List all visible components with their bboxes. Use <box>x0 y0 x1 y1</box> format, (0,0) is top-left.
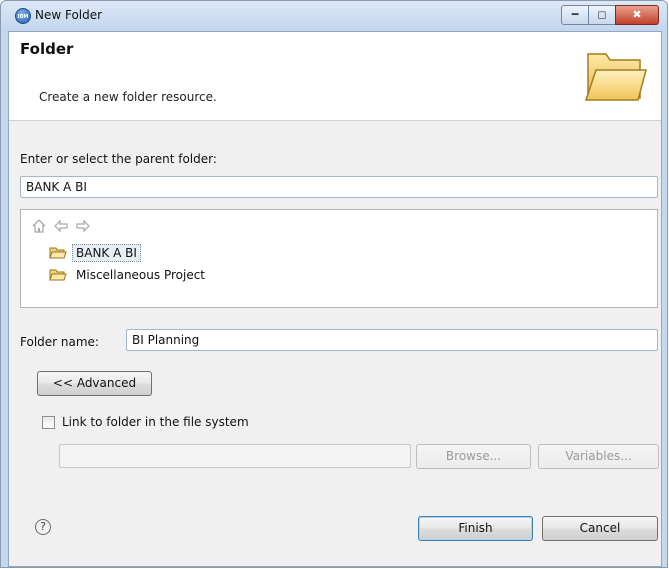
help-icon[interactable]: ? <box>35 519 51 535</box>
cancel-button[interactable]: Cancel <box>542 516 658 541</box>
open-folder-icon <box>49 269 67 281</box>
parent-folder-input[interactable]: BANK A BI <box>20 176 658 198</box>
link-to-filesystem-label[interactable]: Link to folder in the file system <box>62 415 249 429</box>
back-arrow-icon[interactable] <box>53 218 69 234</box>
browse-button[interactable]: Browse... <box>416 444 531 469</box>
link-to-filesystem-checkbox[interactable] <box>42 416 55 429</box>
banner-title: Folder <box>20 40 74 58</box>
folder-tree[interactable]: BANK A BI Miscellaneous Project <box>20 209 658 308</box>
window-controls: ━ ◻ ✖ <box>561 5 659 25</box>
minimize-icon: ━ <box>571 8 579 21</box>
window-title: New Folder <box>35 8 103 22</box>
parent-folder-label: Enter or select the parent folder: <box>20 152 217 166</box>
folder-icon <box>584 53 647 101</box>
wizard-banner: Folder Create a new folder resource. <box>9 32 661 121</box>
maximize-button[interactable]: ◻ <box>588 5 616 25</box>
advanced-button[interactable]: << Advanced <box>37 371 152 396</box>
tree-item-bank-a-bi[interactable]: BANK A BI <box>49 243 141 263</box>
new-folder-dialog: IBM New Folder ━ ◻ ✖ Folder Create a new… <box>0 0 668 568</box>
folder-name-label: Folder name: <box>20 335 99 349</box>
close-button[interactable]: ✖ <box>615 5 659 25</box>
folder-name-input[interactable]: BI Planning <box>126 329 658 351</box>
tree-item-label: Miscellaneous Project <box>76 268 205 282</box>
app-icon-glyph: IBM <box>17 14 29 20</box>
close-icon: ✖ <box>632 8 642 21</box>
variables-button[interactable]: Variables... <box>538 444 659 469</box>
tree-item-miscellaneous-project[interactable]: Miscellaneous Project <box>49 265 209 285</box>
banner-description: Create a new folder resource. <box>39 90 217 104</box>
dialog-body: Folder Create a new folder resource. Ent… <box>8 31 662 567</box>
link-location-input[interactable] <box>59 444 411 468</box>
maximize-icon: ◻ <box>597 8 607 21</box>
tree-navigation <box>31 218 91 234</box>
app-icon: IBM <box>15 8 31 24</box>
minimize-button[interactable]: ━ <box>561 5 589 25</box>
finish-button[interactable]: Finish <box>418 516 533 541</box>
open-folder-icon <box>49 247 67 259</box>
tree-item-label: BANK A BI <box>72 244 141 262</box>
home-icon[interactable] <box>31 218 47 234</box>
title-bar[interactable]: IBM New Folder ━ ◻ ✖ <box>1 1 667 31</box>
forward-arrow-icon[interactable] <box>75 218 91 234</box>
